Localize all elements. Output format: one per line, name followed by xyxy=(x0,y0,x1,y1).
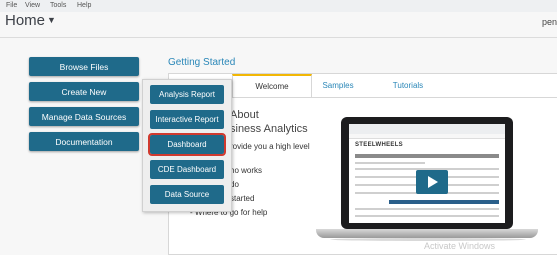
tab-samples[interactable]: Samples xyxy=(310,74,366,96)
user-menu[interactable]: pen xyxy=(542,17,557,27)
welcome-heading-line1: About xyxy=(230,109,259,121)
mini-row xyxy=(355,215,499,217)
tab-welcome[interactable]: Welcome xyxy=(232,74,312,97)
home-perspective-menu[interactable]: Home ▼ xyxy=(5,12,56,29)
mini-row xyxy=(355,208,499,210)
create-new-button[interactable]: Create New xyxy=(29,82,139,101)
home-label: Home xyxy=(5,12,46,29)
welcome-text-line: ho works xyxy=(230,166,263,175)
browse-files-button[interactable]: Browse Files xyxy=(29,57,139,76)
mini-row xyxy=(355,162,425,164)
mini-subbar xyxy=(349,134,505,139)
menu-bar: File View Tools Help xyxy=(0,0,557,12)
chevron-down-icon: ▼ xyxy=(47,15,56,25)
welcome-heading-line2: siness Analytics xyxy=(230,123,308,135)
documentation-button[interactable]: Documentation xyxy=(29,132,139,151)
cde-dashboard-menu-item[interactable]: CDE Dashboard xyxy=(150,160,224,179)
menu-file[interactable]: File xyxy=(6,2,17,9)
mini-highlight-row xyxy=(389,200,499,204)
mini-toolbar xyxy=(349,124,505,134)
menu-view[interactable]: View xyxy=(25,2,40,9)
manage-data-sources-button[interactable]: Manage Data Sources xyxy=(29,107,139,126)
mini-title: STEELWHEELS xyxy=(355,142,403,148)
laptop-base xyxy=(316,229,538,238)
getting-started-title: Getting Started xyxy=(168,57,236,68)
welcome-heading: About siness Analytics xyxy=(230,108,308,136)
welcome-text-line: rovide you a high level xyxy=(230,142,310,151)
mini-header-bar xyxy=(355,154,499,158)
header-divider xyxy=(0,37,557,38)
analysis-report-menu-item[interactable]: Analysis Report xyxy=(150,85,224,104)
data-source-menu-item[interactable]: Data Source xyxy=(150,185,224,204)
interactive-report-menu-item[interactable]: Interactive Report xyxy=(150,110,224,129)
welcome-text-line: started xyxy=(230,194,255,203)
play-icon[interactable] xyxy=(416,170,448,194)
activate-windows-watermark: Activate Windows xyxy=(424,241,496,251)
menu-help[interactable]: Help xyxy=(77,2,91,9)
tab-tutorials[interactable]: Tutorials xyxy=(373,74,443,96)
menu-tools[interactable]: Tools xyxy=(50,2,66,9)
dashboard-menu-item[interactable]: Dashboard xyxy=(148,133,226,156)
